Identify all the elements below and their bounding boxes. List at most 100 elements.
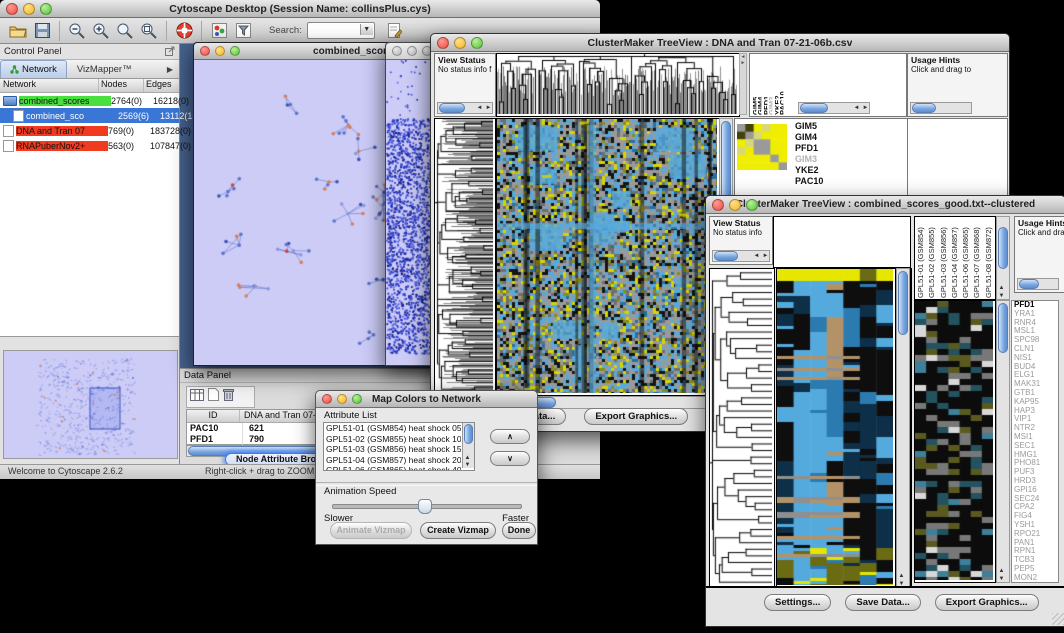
main-titlebar[interactable]: Cytoscape Desktop (Session Name: collins… xyxy=(0,0,600,18)
column-label[interactable]: GPL51-03 (GSM856) xyxy=(939,219,950,298)
minimize-icon[interactable] xyxy=(215,46,225,56)
gene-label[interactable]: MON2 xyxy=(1014,574,1058,583)
attribute-list-item[interactable]: GPL51-03 (GSM856) heat shock 15 min xyxy=(324,444,461,455)
column-label[interactable]: GIM4 xyxy=(756,57,761,115)
create-vizmap-button[interactable]: Create Vizmap xyxy=(420,522,496,539)
close-icon[interactable] xyxy=(322,394,332,404)
network-table-row[interactable]: combined_scores 2764(0) 16218(0) xyxy=(0,93,179,108)
column-label[interactable]: GIM3 xyxy=(767,57,772,115)
done-button[interactable]: Done xyxy=(502,522,536,539)
close-icon[interactable] xyxy=(6,3,18,15)
attribute-table-icon[interactable] xyxy=(190,388,204,406)
treeview2-row-dendrogram[interactable] xyxy=(709,268,775,588)
treeview2-action-button[interactable]: Export Graphics... xyxy=(935,594,1039,611)
zoom-window-icon[interactable] xyxy=(471,37,483,49)
search-input-value[interactable] xyxy=(308,28,311,38)
treeview1-row-dendrogram[interactable] xyxy=(434,118,496,396)
gene-label[interactable]: PAC10 xyxy=(795,176,823,187)
attribute-listbox[interactable]: GPL51-01 (GSM854) heat shock 05 minGPL51… xyxy=(323,422,475,471)
close-icon[interactable] xyxy=(712,199,724,211)
treeview2-labels-vscrollbar[interactable]: ▲▼ xyxy=(996,216,1010,300)
animation-speed-slider[interactable] xyxy=(332,499,522,512)
move-up-button[interactable]: ∧ xyxy=(490,429,530,444)
delete-attribute-icon[interactable] xyxy=(223,388,234,406)
similarity-matrix-canvas[interactable] xyxy=(737,124,787,170)
zoom-out-icon[interactable] xyxy=(65,20,89,42)
vizmapper-icon[interactable] xyxy=(207,20,231,42)
close-icon[interactable] xyxy=(392,46,402,56)
network-table-row[interactable]: combined_sco 2569(6) 13112(15) xyxy=(0,108,179,123)
treeview2-action-button[interactable]: Save Data... xyxy=(845,594,920,611)
gene-label[interactable]: YKE2 xyxy=(795,165,823,176)
minimize-icon[interactable] xyxy=(729,199,741,211)
treeview1-heatmap[interactable] xyxy=(496,118,720,396)
usage-hints-scrollbar[interactable] xyxy=(910,102,972,114)
zoom-window-icon[interactable] xyxy=(230,46,240,56)
treeview2-secondary-heatmap[interactable] xyxy=(914,300,996,583)
minimize-icon[interactable] xyxy=(454,37,466,49)
slider-thumb[interactable] xyxy=(418,499,432,514)
attribute-list-item[interactable]: GPL51-04 (GSM857) heat shock 20 min xyxy=(324,455,461,466)
treeview2-titlebar[interactable]: ClusterMaker TreeView : combined_scores_… xyxy=(706,196,1064,214)
window-controls[interactable] xyxy=(6,3,52,15)
dialog-titlebar[interactable]: Map Colors to Network xyxy=(316,391,537,408)
gene-label[interactable]: GIM4 xyxy=(795,132,823,143)
animate-vizmap-button[interactable]: Animate Vizmap xyxy=(330,522,412,539)
treeview1-action-button[interactable]: Export Graphics... xyxy=(584,408,688,425)
column-label[interactable]: GPL51-06 (GSM865) xyxy=(961,219,972,298)
window-controls[interactable] xyxy=(322,394,362,404)
resize-grip[interactable] xyxy=(1052,613,1064,625)
network-table-row[interactable]: RNAPuberNov2+ 563(0) 107847(0) xyxy=(0,138,179,153)
network-table-row[interactable]: DNA and Tran 07 769(0) 183728(0) xyxy=(0,123,179,138)
zoom-in-icon[interactable] xyxy=(89,20,113,42)
attribute-list-item[interactable]: GPL51-02 (GSM855) heat shock 10 min xyxy=(324,434,461,445)
zoom-window-icon[interactable] xyxy=(746,199,758,211)
zoom-selected-icon[interactable] xyxy=(113,20,137,42)
search-dropdown-icon[interactable]: ▼ xyxy=(360,24,373,35)
window-controls[interactable] xyxy=(437,37,483,49)
gene-label[interactable]: GIM3 xyxy=(795,154,823,165)
network-overview-panel[interactable] xyxy=(3,350,178,459)
column-label[interactable]: GPL51-08 (GSM872) xyxy=(984,219,995,298)
window-controls[interactable] xyxy=(200,46,240,56)
column-label[interactable]: GPL51-04 (GSM857) xyxy=(950,219,961,298)
close-icon[interactable] xyxy=(200,46,210,56)
search-combobox[interactable]: ▼ xyxy=(307,22,375,39)
minimize-icon[interactable] xyxy=(23,3,35,15)
column-label[interactable]: GPL51-07 (GSM868) xyxy=(972,219,983,298)
move-down-button[interactable]: ∨ xyxy=(490,451,530,466)
tab-vizmapper[interactable]: VizMapper™ xyxy=(67,60,142,78)
gene-label[interactable]: GIM5 xyxy=(795,121,823,132)
filter-icon[interactable] xyxy=(231,20,255,42)
float-panel-icon[interactable] xyxy=(165,43,175,61)
window-controls[interactable] xyxy=(712,199,758,211)
tab-overflow-button[interactable]: ▶ xyxy=(161,60,179,78)
attribute-list-item[interactable]: GPL51-06 (GSM865) heat shock 40 min xyxy=(324,465,461,471)
zoom-window-icon[interactable] xyxy=(40,3,52,15)
gene-label[interactable]: PFD1 xyxy=(795,143,823,154)
attribute-list-vscrollbar[interactable]: ▲▼ xyxy=(462,423,474,468)
minimize-icon[interactable] xyxy=(407,46,417,56)
treeview1-column-dendrogram[interactable] xyxy=(496,53,740,117)
zoom-window-icon[interactable] xyxy=(352,394,362,404)
treeview2-action-button[interactable]: Settings... xyxy=(764,594,831,611)
column-label[interactable]: GPL51-01 (GSM854) xyxy=(916,219,927,298)
treeview1-titlebar[interactable]: ClusterMaker TreeView : DNA and Tran 07-… xyxy=(431,34,1009,52)
treeview2-heatmap[interactable] xyxy=(776,268,896,588)
help-lifesaver-icon[interactable] xyxy=(172,20,196,42)
treeview1-matrix-hscrollbar[interactable]: ◄► xyxy=(798,102,870,114)
zoom-fit-icon[interactable] xyxy=(137,20,161,42)
column-label[interactable]: PAC10 xyxy=(778,57,783,115)
annotation-icon[interactable] xyxy=(383,20,407,42)
close-icon[interactable] xyxy=(437,37,449,49)
open-file-icon[interactable] xyxy=(6,20,30,42)
treeview1-pane-splitter[interactable]: ◄► xyxy=(739,53,747,115)
attribute-list-item[interactable]: GPL51-01 (GSM854) heat shock 05 min xyxy=(324,423,461,434)
save-icon[interactable] xyxy=(30,20,54,42)
usage-hints-scrollbar[interactable] xyxy=(1017,278,1059,290)
view-status-scrollbar[interactable]: ◄► xyxy=(712,250,770,262)
window-controls[interactable] xyxy=(392,46,432,56)
network-overview-canvas[interactable] xyxy=(4,351,175,456)
treeview2-secondary-vscrollbar[interactable]: ▲▼ xyxy=(996,300,1010,583)
view-status-scrollbar[interactable]: ◄► xyxy=(437,102,493,114)
